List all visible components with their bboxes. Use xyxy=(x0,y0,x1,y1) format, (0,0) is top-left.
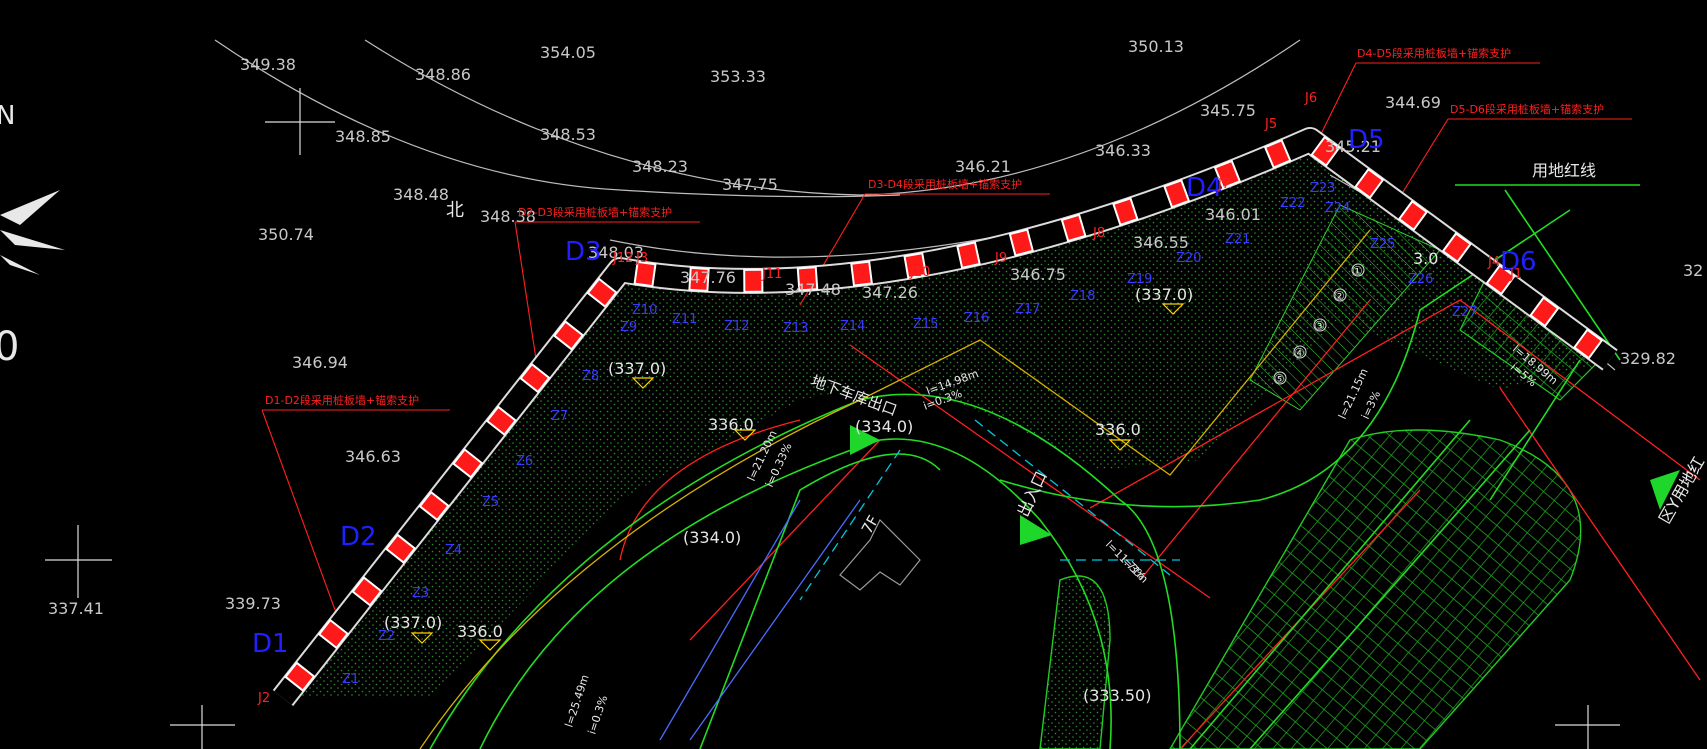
frag-n: N xyxy=(0,101,15,131)
point-label: J7 xyxy=(1217,177,1230,192)
elev-label: 336.0 xyxy=(708,415,754,434)
note-d1-d2: D1-D2段采用桩板墙+锚索支护 xyxy=(265,393,419,407)
elev-label: 346.33 xyxy=(1095,141,1151,160)
elev-label: 350.74 xyxy=(258,225,314,244)
pile-label: Z19 xyxy=(1127,272,1152,287)
pile-label: Z18 xyxy=(1070,289,1095,304)
pile-label: Z27 xyxy=(1452,305,1477,320)
elev-label: 344.69 xyxy=(1385,93,1441,112)
zone-d2: D2 xyxy=(340,522,377,552)
pile-label: Z7 xyxy=(551,409,568,424)
elev-label: (334.0) xyxy=(855,417,913,436)
elev-label: 349.38 xyxy=(240,55,296,74)
circled-mark: ④ xyxy=(1294,346,1305,360)
elev-label: 347.75 xyxy=(722,175,778,194)
pile-label: Z24 xyxy=(1325,201,1350,216)
pile-label: Z3 xyxy=(412,586,429,601)
note-d2-d3: D2-D3段采用桩板墙+锚索支护 xyxy=(518,205,672,219)
point-label: J12 xyxy=(612,251,633,266)
pile-marker xyxy=(743,268,764,293)
elev-label: 347.26 xyxy=(862,283,918,302)
pile-label: Z15 xyxy=(913,317,938,332)
pile-label: Z5 xyxy=(482,495,499,510)
elev-label: 346.75 xyxy=(1010,265,1066,284)
pile-label: Z9 xyxy=(620,320,637,335)
elev-label: 329.82 xyxy=(1620,349,1676,368)
circled-mark: ③ xyxy=(1314,319,1325,333)
elev-label: 336.0 xyxy=(457,622,503,641)
cad-drawing-canvas[interactable]: 349.38 354.05 353.33 350.13 348.86 348.8… xyxy=(0,0,1707,749)
pile-label: Z17 xyxy=(1015,302,1040,317)
frag-zero: 0 xyxy=(0,324,19,370)
point-label: J6 xyxy=(1304,91,1317,106)
pile-marker xyxy=(956,241,981,270)
pile-label: Z8 xyxy=(582,369,599,384)
elev-label: 337.41 xyxy=(48,599,104,618)
elev-label: (334.0) xyxy=(683,528,741,547)
elev-label: 347.76 xyxy=(680,268,736,287)
elev-label: 348.85 xyxy=(335,127,391,146)
pile-label: Z26 xyxy=(1408,272,1433,287)
elev-label: 348.53 xyxy=(540,125,596,144)
elev-label: (337.0) xyxy=(1135,285,1193,304)
elev-label: 348.86 xyxy=(415,65,471,84)
elev-label: 346.21 xyxy=(955,157,1011,176)
point-label: J5 xyxy=(1264,117,1277,132)
circled-mark: ② xyxy=(1334,289,1345,303)
red-line-label: 用地红线 xyxy=(1532,161,1596,180)
pile-label: Z21 xyxy=(1225,232,1250,247)
elev-label: (337.0) xyxy=(608,359,666,378)
zone-d3: D3 xyxy=(565,237,602,267)
point-label: J9 xyxy=(994,251,1007,266)
point-label: J11 xyxy=(761,267,782,282)
pile-label: Z1 xyxy=(342,672,359,687)
point-label: J1 xyxy=(1509,267,1522,282)
pile-label: Z13 xyxy=(783,321,808,336)
elev-label: 339.73 xyxy=(225,594,281,613)
pile-label: Z12 xyxy=(724,319,749,334)
circled-mark: ⑤ xyxy=(1274,372,1285,386)
pile-label: Z14 xyxy=(840,319,865,334)
pile-label: Z6 xyxy=(516,454,533,469)
elev-label: 346.63 xyxy=(345,447,401,466)
point-label: J3 xyxy=(635,251,648,266)
circled-mark: ① xyxy=(1352,264,1363,278)
pile-label: Z4 xyxy=(445,543,462,558)
elev-label: 345.75 xyxy=(1200,101,1256,120)
note-d4-d5: D4-D5段采用桩板墙+锚索支护 xyxy=(1357,46,1511,60)
point-label: J4 xyxy=(1487,255,1500,270)
elev-label: 353.33 xyxy=(710,67,766,86)
pile-label: Z10 xyxy=(632,303,657,318)
point-label: J10 xyxy=(909,265,930,280)
note-d5-d6: D5-D6段采用桩板墙+锚索支护 xyxy=(1450,102,1604,116)
pile-label: Z20 xyxy=(1176,251,1201,266)
north-label: 北 xyxy=(446,200,464,221)
zone-d1: D1 xyxy=(252,629,289,659)
point-label: J8 xyxy=(1092,226,1105,241)
elev-label: 350.13 xyxy=(1128,37,1184,56)
elev-label: 348.48 xyxy=(393,185,449,204)
elev-label: (333.50) xyxy=(1083,686,1151,705)
elev-label: 348.23 xyxy=(632,157,688,176)
pile-label: Z22 xyxy=(1280,196,1305,211)
elev-label: 346.01 xyxy=(1205,205,1261,224)
elev-label: 32 xyxy=(1683,261,1703,280)
pile-label: Z23 xyxy=(1310,181,1335,196)
elev-label: 346.55 xyxy=(1133,233,1189,252)
pile-label: Z16 xyxy=(964,311,989,326)
zone-d5: D5 xyxy=(1348,125,1385,155)
elev-label: 347.48 xyxy=(785,280,841,299)
pile-label: Z25 xyxy=(1370,237,1395,252)
pile-label: Z11 xyxy=(672,312,697,327)
note-d3-d4: D3-D4段采用桩板墙+锚索支护 xyxy=(868,177,1022,191)
elev-label: 354.05 xyxy=(540,43,596,62)
point-label: J2 xyxy=(257,691,270,706)
elev-label: 346.94 xyxy=(292,353,348,372)
elev-label: 336.0 xyxy=(1095,420,1141,439)
pile-label: Z2 xyxy=(378,629,395,644)
elev-label: 3.0 xyxy=(1413,249,1438,268)
